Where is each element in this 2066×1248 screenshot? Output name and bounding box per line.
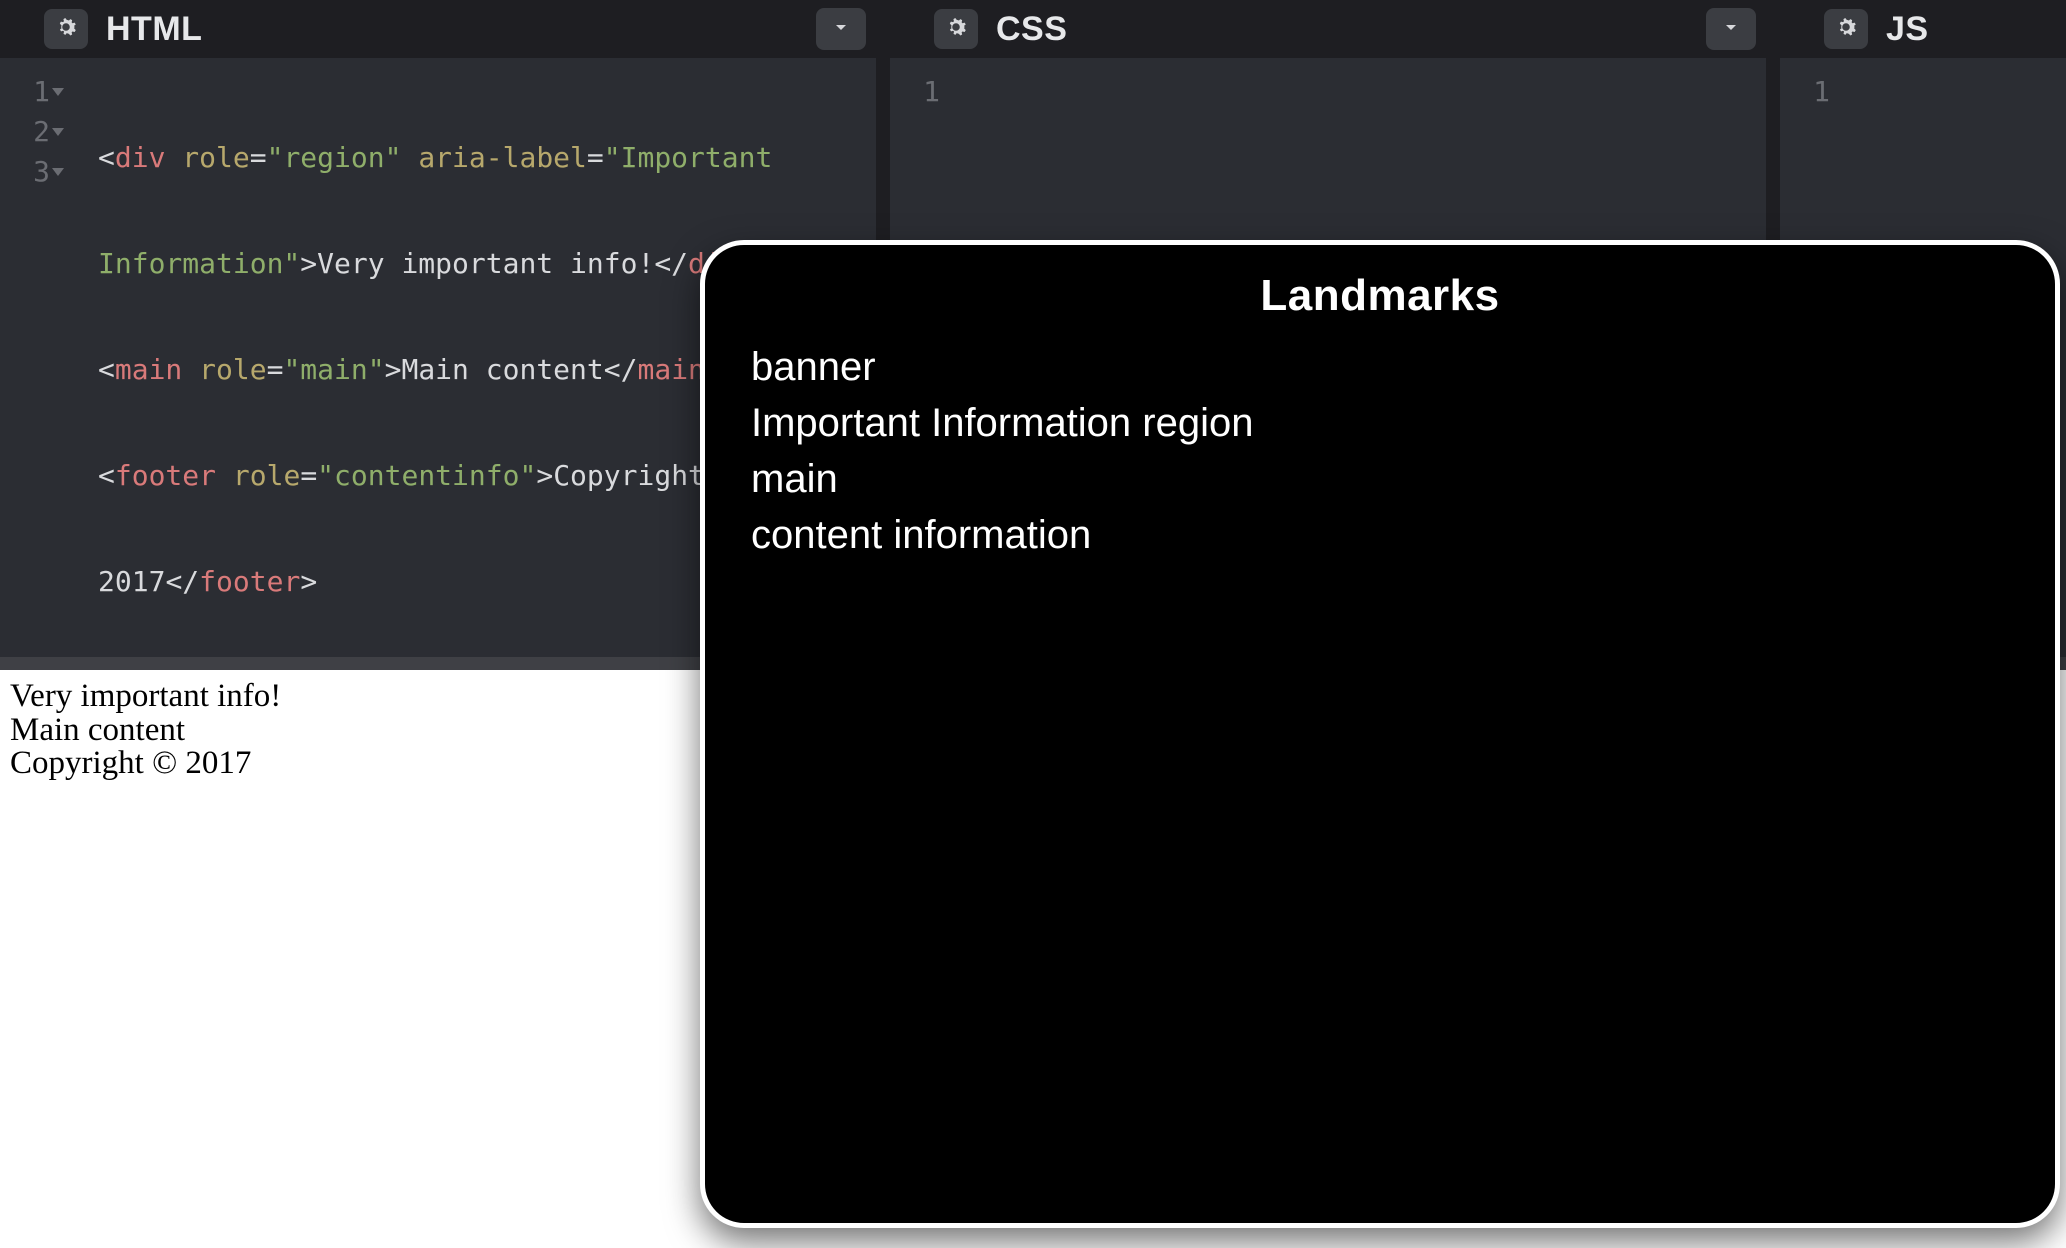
gear-icon	[53, 14, 79, 45]
rotor-item[interactable]: main	[751, 451, 2009, 507]
panel-css-settings-button[interactable]	[934, 9, 978, 49]
gutter-line: 3	[0, 152, 62, 192]
panel-css-menu-button[interactable]	[1706, 8, 1756, 50]
gutter-line: 1	[0, 72, 62, 112]
gutter-line: 1	[1780, 72, 1842, 112]
panel-js-settings-button[interactable]	[1824, 9, 1868, 49]
panel-js-title: JS	[1886, 10, 2056, 49]
chevron-down-icon	[829, 15, 853, 44]
gear-icon	[1833, 14, 1859, 45]
gutter-line: 1	[890, 72, 952, 112]
panel-js-header: JS	[1780, 0, 2066, 58]
panel-html-title: HTML	[106, 10, 816, 49]
rotor-title: Landmarks	[751, 271, 2009, 321]
panel-html-header: HTML	[0, 0, 876, 58]
rotor-item[interactable]: banner	[751, 339, 2009, 395]
panel-css-header: CSS	[890, 0, 1766, 58]
rotor-item[interactable]: content information	[751, 507, 2009, 563]
panel-html-menu-button[interactable]	[816, 8, 866, 50]
rotor-item[interactable]: Important Information region	[751, 395, 2009, 451]
gutter-line: 2	[0, 112, 62, 152]
panel-html-settings-button[interactable]	[44, 9, 88, 49]
voiceover-rotor-panel[interactable]: Landmarks banner Important Information r…	[700, 240, 2060, 1228]
html-gutter: 1 2 3	[0, 58, 62, 657]
code-line: <div role="region" aria-label="Important	[98, 138, 860, 178]
panel-css-title: CSS	[996, 10, 1706, 49]
chevron-down-icon	[1719, 15, 1743, 44]
gear-icon	[943, 14, 969, 45]
